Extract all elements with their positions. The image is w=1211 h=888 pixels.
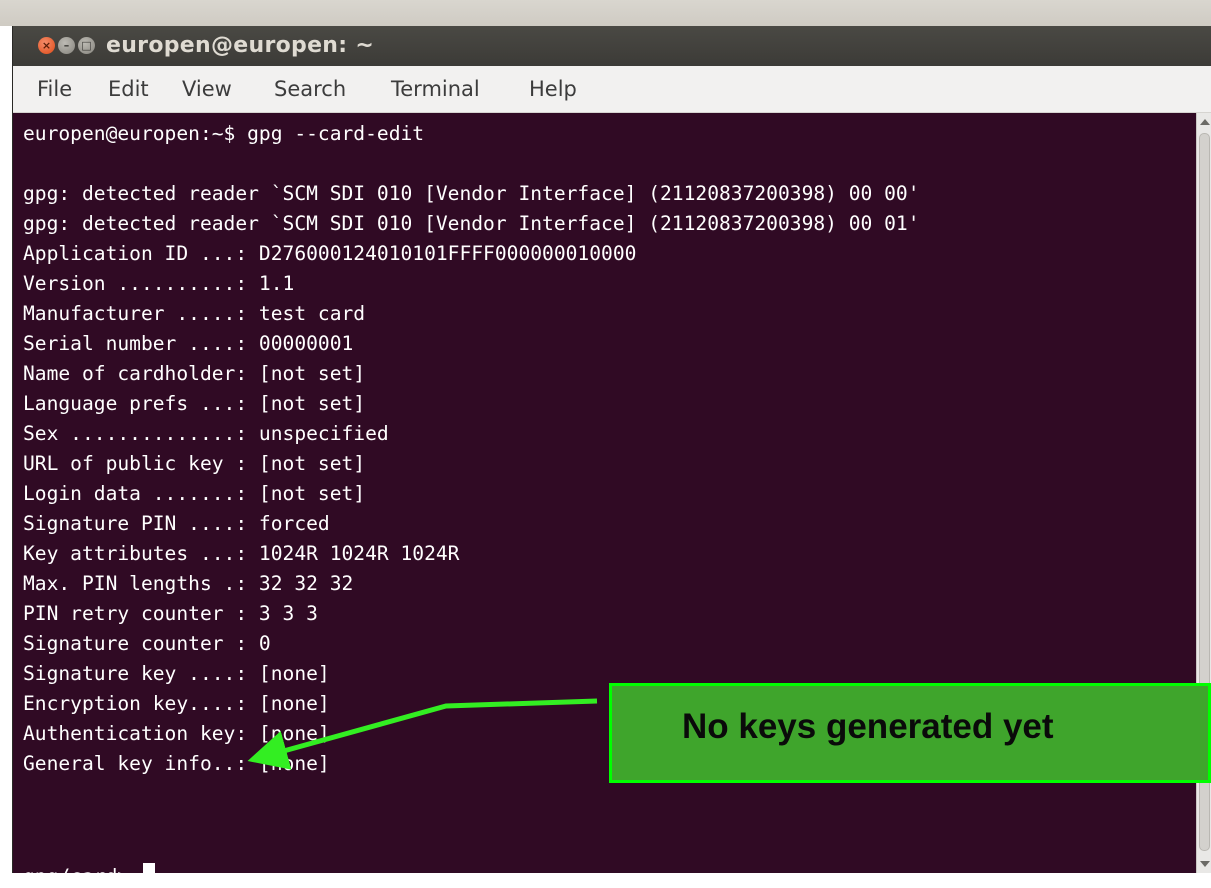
close-icon: × xyxy=(41,39,52,52)
menu-edit[interactable]: Edit xyxy=(108,77,149,101)
terminal-line: Max. PIN lengths .: 32 32 32 xyxy=(23,572,354,595)
title-bar: × – □ europen@europen: ~ xyxy=(13,26,1211,66)
menu-file[interactable]: File xyxy=(37,77,72,101)
prompt-line[interactable]: gpg/card> xyxy=(23,863,155,888)
menu-view[interactable]: View xyxy=(182,77,232,101)
desktop-top-edge xyxy=(0,0,1211,26)
terminal-line: gpg: detected reader `SCM SDI 010 [Vendo… xyxy=(23,182,920,205)
annotation-callout: No keys generated yet xyxy=(609,683,1211,783)
terminal-line: Signature PIN ....: forced xyxy=(23,512,330,535)
terminal-line: Manufacturer .....: test card xyxy=(23,302,366,325)
window-title: europen@europen: ~ xyxy=(106,33,375,58)
terminal-line: Serial number ....: 00000001 xyxy=(23,332,354,355)
text-cursor xyxy=(142,863,155,887)
menu-help[interactable]: Help xyxy=(529,77,577,101)
terminal-line: URL of public key : [not set] xyxy=(23,452,366,475)
maximize-icon: □ xyxy=(81,39,92,52)
terminal-line: Key attributes ...: 1024R 1024R 1024R xyxy=(23,542,460,565)
terminal-line: Signature counter : 0 xyxy=(23,632,271,655)
terminal-line: Application ID ...: D276000124010101FFFF… xyxy=(23,242,637,265)
maximize-button[interactable]: □ xyxy=(78,37,95,54)
terminal-line: Version ..........: 1.1 xyxy=(23,272,295,295)
minimize-icon: – xyxy=(63,39,70,52)
menu-bar: File Edit View Search Terminal Help xyxy=(13,66,1211,113)
menu-terminal[interactable]: Terminal xyxy=(391,77,480,101)
prompt-text: gpg/card> xyxy=(23,865,141,888)
menu-search[interactable]: Search xyxy=(274,77,346,101)
terminal-line: europen@europen:~$ gpg --card-edit xyxy=(23,122,425,145)
terminal-line: gpg: detected reader `SCM SDI 010 [Vendo… xyxy=(23,212,920,235)
terminal-line: Login data .......: [not set] xyxy=(23,482,366,505)
terminal-line: Name of cardholder: [not set] xyxy=(23,362,366,385)
annotation-text: No keys generated yet xyxy=(682,707,1054,746)
terminal-line: Sex ..............: unspecified xyxy=(23,422,389,445)
scroll-up-icon[interactable] xyxy=(1200,119,1210,125)
scroll-down-icon[interactable] xyxy=(1200,861,1210,867)
close-button[interactable]: × xyxy=(38,37,55,54)
minimize-button[interactable]: – xyxy=(58,37,75,54)
terminal-line: PIN retry counter : 3 3 3 xyxy=(23,602,318,625)
terminal-line: Language prefs ...: [not set] xyxy=(23,392,366,415)
